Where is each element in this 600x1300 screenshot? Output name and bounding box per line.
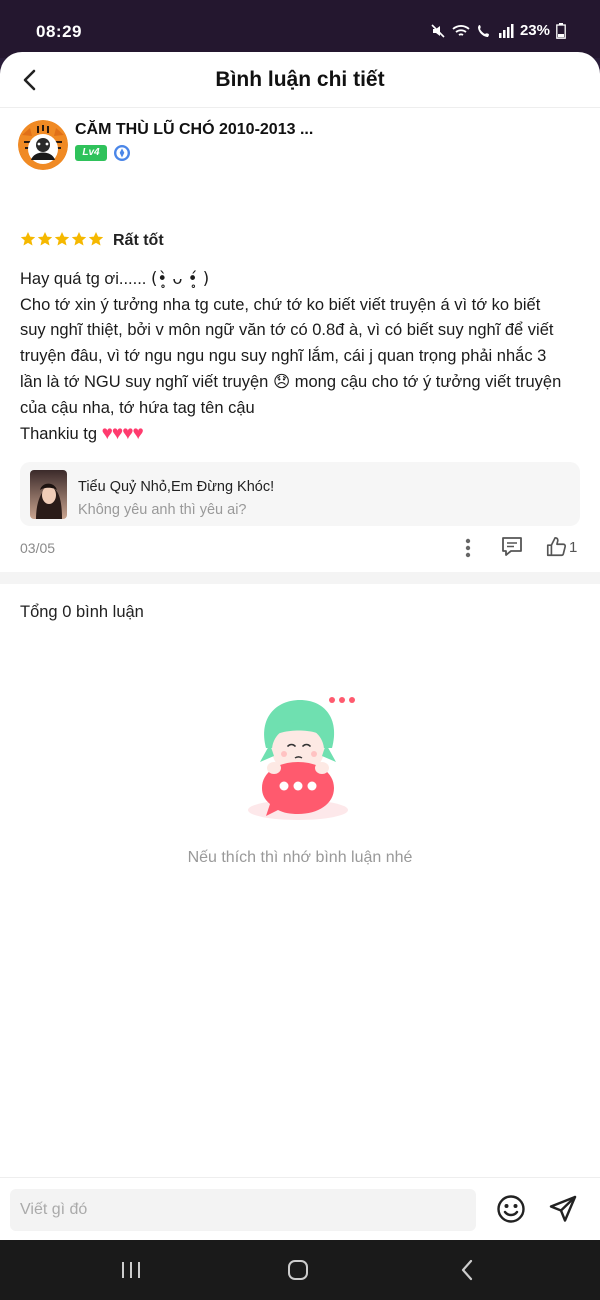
comment-detail-sheet: Bình luận chi tiết CĂM THÙ LŨ CHÓ 2010-2… bbox=[0, 52, 600, 1240]
comment-text: Hay quá tg ơi...... (•̥̀ ᴗ •̥́ ) Cho tớ … bbox=[20, 266, 580, 448]
reply-button[interactable] bbox=[500, 534, 526, 560]
star-icon bbox=[71, 232, 87, 246]
header: Bình luận chi tiết bbox=[0, 52, 600, 108]
star-icon bbox=[37, 232, 53, 246]
star-icon bbox=[88, 232, 104, 246]
wifi-icon bbox=[452, 24, 470, 36]
author-avatar[interactable] bbox=[18, 120, 68, 170]
status-bar: 08:29 23% bbox=[0, 0, 600, 58]
star-rating bbox=[20, 231, 104, 247]
wifi-call-icon bbox=[477, 24, 489, 37]
comment-emoticon: (•̥̀ ᴗ •̥́ ) bbox=[150, 269, 210, 288]
page-title: Bình luận chi tiết bbox=[215, 68, 385, 91]
disappointed-emoji: 😞 bbox=[272, 372, 291, 391]
like-button[interactable]: 1 bbox=[545, 534, 577, 560]
comment-input[interactable] bbox=[10, 1189, 476, 1231]
empty-state-illustration bbox=[240, 688, 360, 828]
recent-apps-icon bbox=[122, 1262, 140, 1278]
section-divider bbox=[0, 572, 600, 584]
star-icon bbox=[54, 232, 70, 246]
home-button[interactable] bbox=[284, 1256, 312, 1284]
book-card[interactable]: Tiểu Quỷ Nhỏ,Em Đừng Khóc! Không yêu anh… bbox=[20, 462, 580, 526]
battery-icon bbox=[556, 22, 566, 39]
more-vertical-icon bbox=[465, 538, 471, 558]
comment-line-6: của cậu nha, tớ hứa tag tên cậu bbox=[20, 398, 255, 417]
mute-icon bbox=[431, 23, 445, 38]
comment-bubble-icon bbox=[502, 537, 522, 556]
status-time: 08:29 bbox=[36, 22, 82, 41]
emoji-button[interactable] bbox=[496, 1194, 526, 1224]
comment-line-4: truyện đâu, vì tớ ngu ngu ngu suy nghĩ l… bbox=[20, 346, 547, 365]
shield-verified-icon bbox=[113, 144, 131, 162]
comment-line-2: Cho tớ xin ý tưởng nha tg cute, chứ tớ k… bbox=[20, 295, 541, 314]
more-options-button[interactable] bbox=[458, 536, 478, 560]
comment-line-5a: lần là tớ NGU suy nghĩ viết truyện bbox=[20, 373, 273, 391]
home-icon bbox=[288, 1260, 308, 1280]
empty-state-text: Nếu thích thì nhớ bình luận nhé bbox=[187, 849, 413, 866]
status-icons: 23% bbox=[430, 22, 566, 39]
level-badge: Lv4 bbox=[75, 145, 107, 161]
hearts-emoji: ♥♥♥♥ bbox=[101, 423, 144, 444]
recent-apps-button[interactable] bbox=[117, 1256, 145, 1284]
total-comments-label: Tổng 0 bình luận bbox=[20, 603, 144, 621]
star-icon bbox=[20, 232, 36, 246]
book-cover-image bbox=[30, 470, 67, 519]
book-subtitle: Không yêu anh thì yêu ai? bbox=[78, 502, 247, 518]
smiley-icon bbox=[497, 1195, 525, 1223]
send-icon bbox=[549, 1195, 577, 1222]
back-icon bbox=[461, 1259, 473, 1281]
comment-input-bar bbox=[0, 1177, 600, 1240]
comment-line-7: Thankiu tg bbox=[20, 425, 102, 443]
author-name[interactable]: CĂM THÙ LŨ CHÓ 2010-2013 ... bbox=[75, 121, 313, 139]
thumbs-up-icon bbox=[546, 537, 567, 557]
comment-line-5b: mong cậu cho tớ ý tưởng viết truyện bbox=[290, 373, 562, 391]
like-count: 1 bbox=[569, 538, 578, 556]
system-back-button[interactable] bbox=[453, 1256, 481, 1284]
comment-line-3: suy nghĩ thiệt, bởi v môn ngữ văn tớ có … bbox=[20, 321, 554, 339]
system-nav-bar bbox=[0, 1240, 600, 1300]
rating-label: Rất tốt bbox=[113, 232, 164, 249]
book-title: Tiểu Quỷ Nhỏ,Em Đừng Khóc! bbox=[78, 479, 275, 495]
send-button[interactable] bbox=[548, 1194, 578, 1224]
signal-icon bbox=[498, 23, 514, 38]
comment-line-1: Hay quá tg ơi...... bbox=[20, 270, 151, 288]
comment-date: 03/05 bbox=[20, 540, 56, 556]
battery-percentage: 23% bbox=[519, 22, 550, 39]
